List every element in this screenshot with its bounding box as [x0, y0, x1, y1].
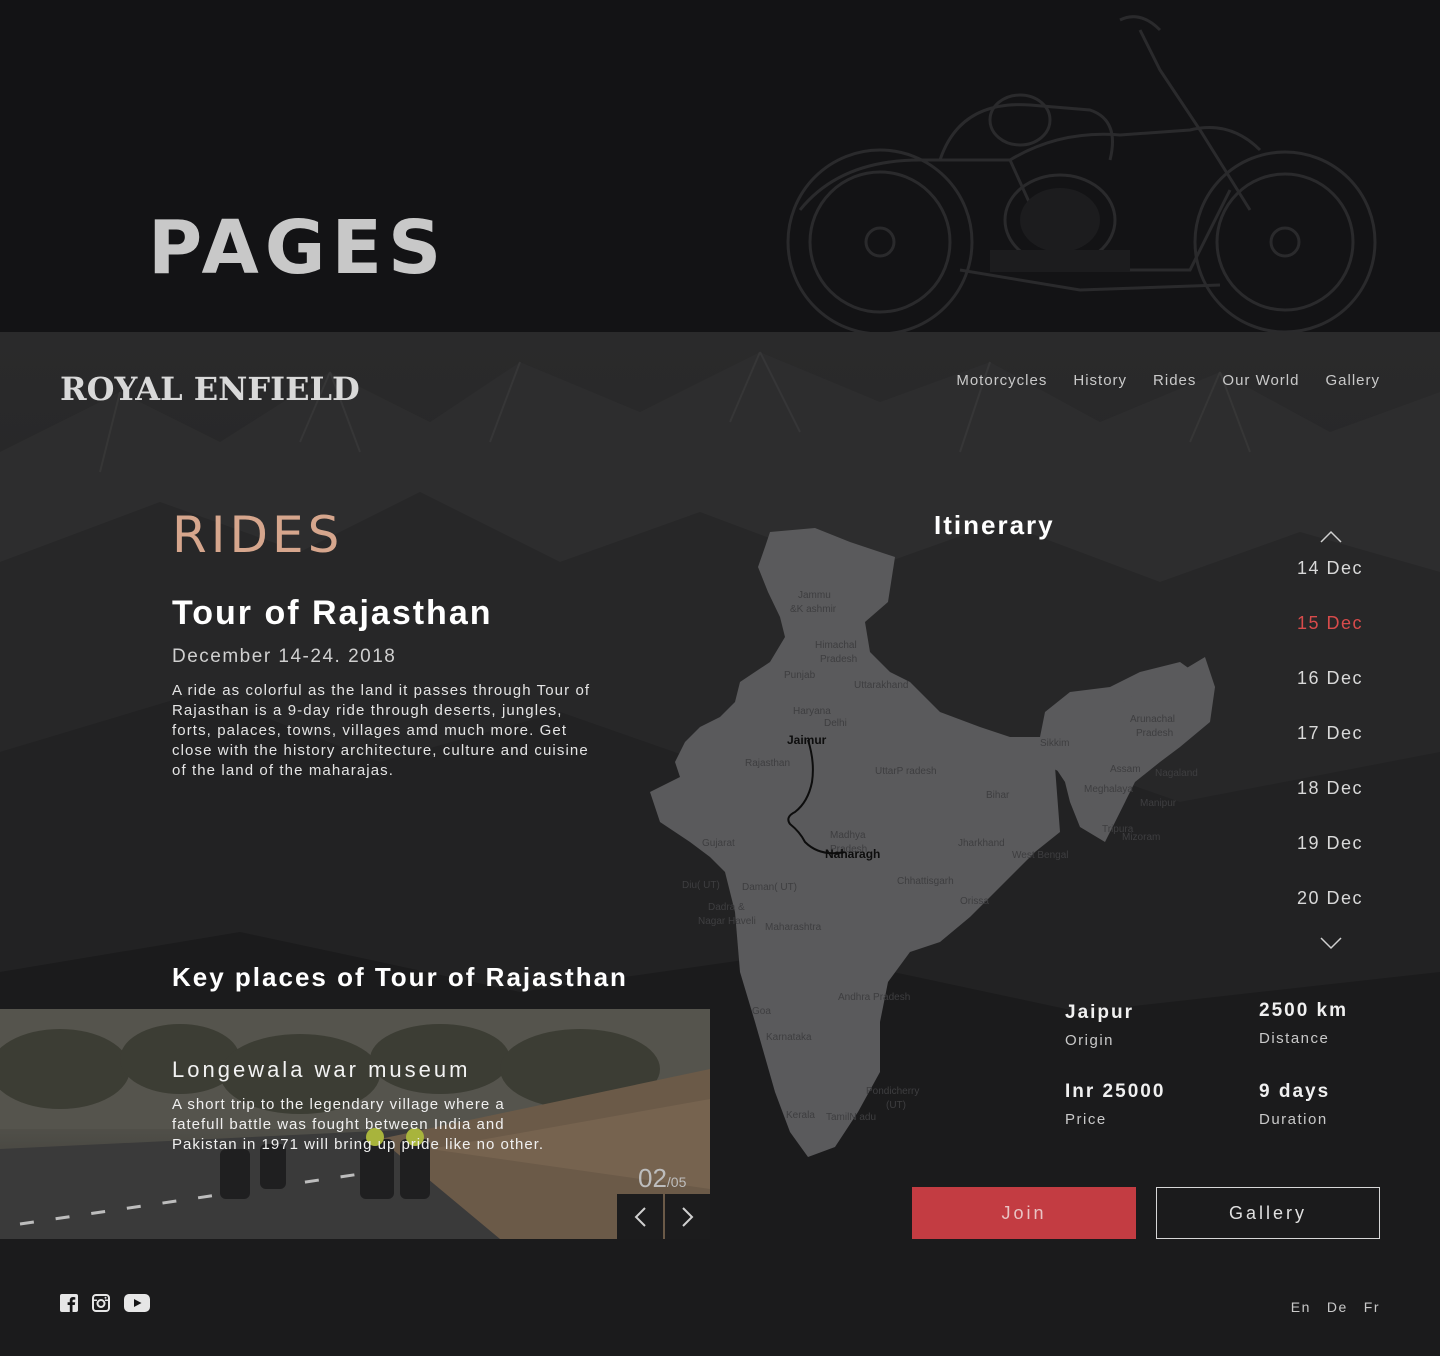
map-label-daman: Daman( UT)	[742, 882, 797, 893]
language-switcher: En De Fr	[1291, 1299, 1380, 1315]
instagram-icon[interactable]	[92, 1294, 110, 1316]
map-label-meghalaya: Meghalaya	[1084, 784, 1133, 795]
route-start-label: Jaimur	[787, 733, 827, 747]
india-route-map: Jammu &K ashmir Himachal Pradesh Punjab …	[650, 528, 1215, 1157]
key-place-description: A short trip to the legendary village wh…	[172, 1096, 545, 1153]
map-label-delhi: Delhi	[824, 718, 847, 729]
map-label-gujarat: Gujarat	[702, 838, 735, 849]
date-item[interactable]: 20 Dec	[1297, 888, 1397, 943]
map-label-pondicherry: Pondicherry	[866, 1086, 919, 1097]
gallery-button[interactable]: Gallery	[1156, 1187, 1380, 1239]
date-item[interactable]: 18 Dec	[1297, 778, 1397, 833]
map-label-haryana: Haryana	[793, 706, 831, 717]
facebook-icon[interactable]	[60, 1294, 78, 1316]
chevron-down-icon[interactable]	[1320, 936, 1342, 950]
map-label-punjab: Punjab	[784, 670, 816, 681]
stat-origin-label: Origin	[1065, 1032, 1115, 1049]
date-item[interactable]: 17 Dec	[1297, 723, 1397, 778]
map-label-diu: Diu( UT)	[682, 880, 720, 891]
key-place-slide: Longewala war museum A short trip to the…	[0, 1009, 710, 1239]
map-label-assam: Assam	[1110, 764, 1141, 775]
stat-distance: 2500 km Distance	[1259, 1000, 1348, 1047]
stat-distance-label: Distance	[1259, 1030, 1330, 1047]
map-label-himachal-pradesh: Pradesh	[820, 654, 857, 665]
map-label-nagaland: Nagaland	[1155, 768, 1198, 779]
itinerary-date-list: 14 Dec 15 Dec 16 Dec 17 Dec 18 Dec 19 De…	[1297, 558, 1397, 943]
slide-next-button[interactable]	[665, 1194, 710, 1239]
key-place-name: Longewala war museum	[172, 1057, 471, 1082]
map-label-bihar: Bihar	[986, 790, 1010, 801]
map-label-himachal: Himachal	[815, 640, 857, 651]
map-label-jammu: Jammu	[798, 590, 831, 601]
stat-origin: Jaipur Origin	[1065, 1002, 1134, 1049]
royal-enfield-logo[interactable]: ROYAL ENFIELD	[60, 370, 360, 408]
chevron-right-icon	[682, 1206, 694, 1227]
route-end-label: Naharagh	[825, 847, 880, 861]
map-label-kashmir: &K ashmir	[790, 604, 837, 615]
map-label-pondicherry-ut: (UT)	[886, 1100, 906, 1111]
map-label-jharkhand: Jharkhand	[958, 838, 1005, 849]
nav-rides[interactable]: Rides	[1153, 372, 1196, 389]
chevron-up-icon[interactable]	[1320, 530, 1342, 544]
map-label-uttarakhand: Uttarakhand	[854, 680, 908, 691]
date-item[interactable]: 19 Dec	[1297, 833, 1397, 888]
map-label-maharashtra: Maharashtra	[765, 922, 822, 933]
map-label-rajasthan: Rajasthan	[745, 758, 790, 769]
youtube-icon[interactable]	[124, 1294, 150, 1316]
slide-prev-button[interactable]	[617, 1194, 663, 1239]
stat-distance-value: 2500 km	[1259, 1000, 1349, 1021]
stat-price-value: Inr 25000	[1065, 1081, 1166, 1102]
stat-duration-value: 9 days	[1259, 1081, 1331, 1102]
main-nav: Motorcycles History Rides Our World Gall…	[930, 372, 1380, 389]
map-label-chhattisgarh: Chhattisgarh	[897, 876, 954, 887]
stat-price: Inr 25000 Price	[1065, 1081, 1165, 1128]
pages-banner: PAGES	[0, 0, 1440, 332]
rides-hero-section: ROYAL ENFIELD Motorcycles History Rides …	[0, 332, 1440, 1356]
section-label-rides: RIDES	[172, 506, 344, 564]
lang-de[interactable]: De	[1327, 1299, 1348, 1315]
nav-gallery[interactable]: Gallery	[1325, 372, 1380, 389]
map-label-arunachal: Arunachal	[1130, 714, 1175, 725]
map-label-goa: Goa	[752, 1006, 771, 1017]
stat-duration: 9 days Duration	[1259, 1081, 1330, 1128]
nav-history[interactable]: History	[1073, 372, 1127, 389]
date-item[interactable]: 16 Dec	[1297, 668, 1397, 723]
date-item-active[interactable]: 15 Dec	[1297, 613, 1397, 668]
itinerary-title: Itinerary	[934, 510, 1055, 540]
map-label-mizoram: Mizoram	[1122, 832, 1160, 843]
lang-fr[interactable]: Fr	[1364, 1299, 1380, 1315]
map-label-nagar-haveli: Nagar Haveli	[698, 916, 756, 927]
map-label-west-bengal: West Bengal	[1012, 850, 1069, 861]
social-links	[60, 1294, 150, 1316]
banner-title: PAGES	[148, 205, 448, 291]
map-label-madhya: Madhya	[830, 830, 866, 841]
key-places-title: Key places of Tour of Rajasthan	[172, 962, 628, 992]
nav-motorcycles[interactable]: Motorcycles	[956, 372, 1047, 389]
ride-title: Tour of Rajasthan	[172, 594, 493, 632]
map-label-dadra: Dadra &	[708, 902, 745, 913]
map-label-karnataka: Karnataka	[766, 1032, 812, 1043]
map-label-orissa: Orissa	[960, 896, 989, 907]
stat-origin-value: Jaipur	[1065, 1002, 1135, 1023]
motorcycle-sketch-illustration	[786, 15, 1377, 332]
map-label-tamil-nadu: TamilN adu	[826, 1112, 876, 1123]
nav-our-world[interactable]: Our World	[1222, 372, 1299, 389]
map-label-andhra-pradesh: Andhra Pradesh	[838, 992, 910, 1003]
map-label-uttar-pradesh: UttarP radesh	[875, 766, 937, 777]
map-label-manipur: Manipur	[1140, 798, 1177, 809]
stat-duration-label: Duration	[1259, 1111, 1328, 1128]
chevron-left-icon	[634, 1206, 646, 1227]
ride-description: A ride as colorful as the land it passes…	[172, 682, 591, 779]
ride-date: December 14-24. 2018	[172, 646, 397, 667]
lang-en[interactable]: En	[1291, 1299, 1311, 1315]
stat-price-label: Price	[1065, 1111, 1107, 1128]
map-label-arunachal-pradesh: Pradesh	[1136, 728, 1173, 739]
map-label-kerala: Kerala	[786, 1110, 815, 1121]
map-label-sikkim: Sikkim	[1040, 738, 1069, 749]
date-item[interactable]: 14 Dec	[1297, 558, 1397, 613]
pager-total: /05	[666, 1174, 687, 1190]
join-button[interactable]: Join	[912, 1187, 1136, 1239]
